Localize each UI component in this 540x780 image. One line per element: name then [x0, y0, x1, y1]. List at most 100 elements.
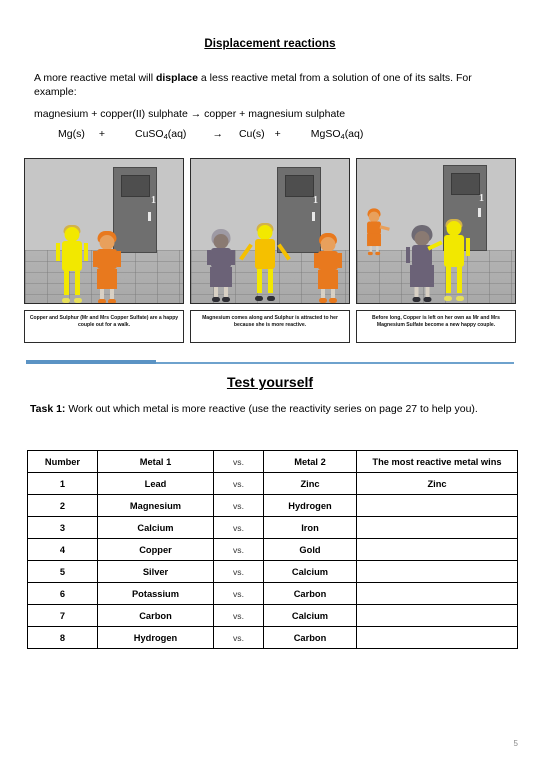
cell-metal-1: Hydrogen	[97, 626, 214, 649]
intro-keyword-displace: displace	[155, 72, 198, 84]
cell-number: 3	[27, 516, 98, 539]
cell-metal-2: Carbon	[263, 626, 357, 649]
cell-winner-answer[interactable]	[356, 604, 518, 627]
character-leg-right	[75, 271, 80, 295]
character-head	[257, 225, 273, 240]
character-arm-left	[56, 243, 60, 261]
character-sulphur-p3	[427, 219, 471, 301]
cell-number: 6	[27, 582, 98, 605]
symbol-equation: Mg(s) + CuSO4(aq) → Cu(s) + MgSO4(aq)	[34, 128, 504, 141]
cell-winner-answer[interactable]: Zinc	[356, 472, 518, 495]
character-leg-left	[414, 287, 419, 297]
cell-winner-answer[interactable]	[356, 626, 518, 649]
door-handle	[312, 212, 315, 221]
character-arm-left	[406, 247, 410, 263]
task-text: Work out which metal is more reactive (u…	[65, 403, 478, 415]
character-head	[446, 221, 462, 236]
character-arm-right	[466, 238, 470, 256]
character-head	[213, 234, 229, 249]
character-skirt	[210, 267, 232, 287]
door-window	[285, 175, 314, 197]
character-head	[99, 235, 115, 250]
equation-product-magnesium-sulphate: MgSO4(aq)	[310, 128, 364, 141]
page-number: 5	[513, 739, 518, 748]
character-leg-left	[100, 289, 104, 299]
character-skirt	[410, 265, 434, 287]
cell-metal-2: Calcium	[263, 560, 357, 583]
table-header-number: Number	[27, 450, 98, 473]
formula-mgso-subscript: 4	[340, 132, 345, 141]
table-body: 1 Lead vs. Zinc Zinc 2 Magnesium vs. Hyd…	[27, 472, 518, 649]
storyboard-image-3: 1	[356, 158, 516, 304]
cell-vs: vs.	[213, 472, 264, 495]
cell-metal-2: Carbon	[263, 582, 357, 605]
character-arm-right	[338, 253, 342, 268]
table-header-winner: The most reactive metal wins	[356, 450, 518, 473]
character-magnesium-p3	[405, 225, 439, 302]
table-row: 8 Hydrogen vs. Carbon	[27, 626, 518, 649]
table-header-row: Number Metal 1 vs. Metal 2 The most reac…	[27, 450, 518, 473]
door-number-3: 1	[479, 193, 484, 204]
character-torso	[62, 241, 82, 271]
character-shoe-right	[456, 296, 464, 301]
formula-cuso: CuSO	[134, 128, 164, 140]
character-shoe-right	[74, 298, 82, 303]
door-window	[121, 175, 150, 197]
cell-metal-1: Potassium	[97, 582, 214, 605]
page-title: Displacement reactions	[204, 38, 336, 50]
character-shoe-left	[62, 298, 70, 303]
character-arm-left	[314, 253, 318, 268]
character-magnesium-p2	[205, 229, 237, 302]
character-legs	[367, 246, 381, 256]
section-divider-thick	[26, 360, 156, 364]
character-shoe-right	[423, 297, 432, 302]
character-torso	[255, 239, 275, 269]
door-window	[451, 173, 480, 195]
cell-number: 1	[27, 472, 98, 495]
cell-number: 4	[27, 538, 98, 561]
cell-winner-answer[interactable]	[356, 516, 518, 539]
cell-metal-2: Iron	[263, 516, 357, 539]
cell-winner-answer[interactable]	[356, 538, 518, 561]
character-shoe-right	[329, 298, 337, 303]
character-head	[414, 231, 430, 246]
cell-number: 5	[27, 560, 98, 583]
character-shoe-left	[98, 299, 106, 303]
character-leg-left	[257, 269, 262, 293]
equation-reactant-copper-sulphate: CuSO4(aq)	[134, 128, 186, 141]
character-shoe-left	[319, 298, 327, 303]
door-number-2: 1	[313, 195, 318, 206]
character-shoe-right	[108, 299, 116, 303]
character-leg-left	[64, 271, 69, 295]
cell-metal-1: Silver	[97, 560, 214, 583]
character-copper-p1	[55, 225, 89, 303]
cell-winner-answer[interactable]	[356, 582, 518, 605]
character-legs	[255, 269, 275, 301]
character-shoe-right	[375, 251, 381, 256]
cell-winner-answer[interactable]	[356, 560, 518, 583]
cell-metal-2: Zinc	[263, 472, 357, 495]
cell-vs: vs.	[213, 516, 264, 539]
intro-paragraph: A more reactive metal will displace a le…	[34, 72, 500, 99]
cell-vs: vs.	[213, 560, 264, 583]
cell-metal-1: Calcium	[97, 516, 214, 539]
table-row: 2 Magnesium vs. Hydrogen	[27, 494, 518, 517]
character-shoe-right	[267, 296, 275, 301]
cell-vs: vs.	[213, 582, 264, 605]
door-handle	[478, 208, 481, 217]
cell-metal-1: Lead	[97, 472, 214, 495]
character-legs	[412, 287, 432, 302]
table-row: 4 Copper vs. Gold	[27, 538, 518, 561]
cell-winner-answer[interactable]	[356, 494, 518, 517]
character-torso	[444, 235, 464, 267]
character-legs	[444, 267, 464, 301]
door-number-1: 1	[151, 195, 156, 206]
table-row: 3 Calcium vs. Iron	[27, 516, 518, 539]
character-copper-p3	[365, 208, 390, 256]
character-leg-right	[331, 289, 335, 298]
formula-mgso: MgSO	[310, 128, 341, 140]
character-leg-right	[224, 287, 228, 297]
character-arm-right	[84, 243, 88, 261]
table-header-vs: vs.	[213, 450, 264, 473]
door-handle	[148, 212, 151, 221]
